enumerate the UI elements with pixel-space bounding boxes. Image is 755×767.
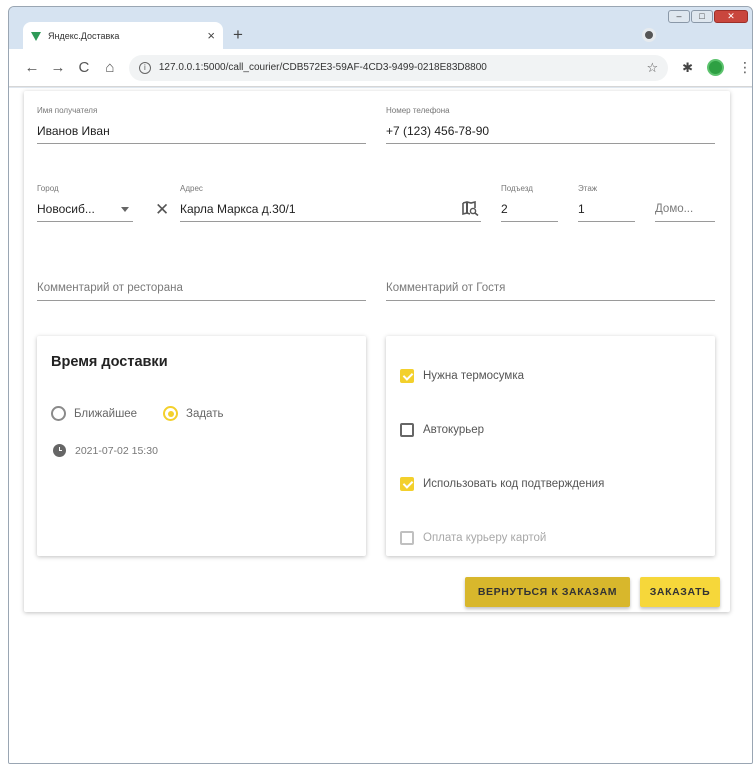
- intercom-placeholder[interactable]: Домо...: [655, 203, 693, 215]
- back-arrow-icon[interactable]: ←: [19, 59, 45, 76]
- browser-window: Яндекс.Доставка × + – □ ✕ ← → C ⌂ i 127.…: [8, 6, 753, 764]
- address-field[interactable]: Адрес Карла Маркса д.30/1: [180, 184, 481, 222]
- close-window-button[interactable]: ✕: [714, 10, 748, 23]
- delivery-time-title: Время доставки: [51, 354, 168, 370]
- back-to-orders-button[interactable]: ВЕРНУТЬСЯ К ЗАКАЗАМ: [465, 577, 630, 607]
- url-text[interactable]: 127.0.0.1:5000/call_courier/CDB572E3-59A…: [159, 62, 647, 73]
- delivery-options-panel: Нужна термосумка Автокурьер Использовать…: [386, 336, 715, 556]
- intercom-field[interactable]: Домо...: [655, 184, 715, 222]
- address-bar[interactable]: i 127.0.0.1:5000/call_courier/CDB572E3-5…: [128, 54, 669, 81]
- guest-comment-field[interactable]: Комментарий от Гостя: [386, 269, 715, 301]
- radio-nearest-circle-icon[interactable]: [51, 406, 66, 421]
- tab-title: Яндекс.Доставка: [48, 30, 120, 41]
- address-value[interactable]: Карла Маркса д.30/1: [180, 202, 296, 216]
- clear-address-icon[interactable]: ✕: [155, 201, 169, 218]
- floor-label: Этаж: [578, 184, 598, 193]
- home-icon[interactable]: ⌂: [97, 59, 123, 76]
- option-card-payment-label: Оплата курьеру картой: [423, 532, 547, 544]
- restaurant-comment-placeholder[interactable]: Комментарий от ресторана: [37, 282, 183, 294]
- browser-toolbar: ← → C ⌂ i 127.0.0.1:5000/call_courier/CD…: [9, 49, 752, 87]
- courier-order-card: Имя получателя Иванов Иван Номер телефон…: [24, 91, 730, 612]
- bookmark-star-icon[interactable]: ☆: [646, 60, 658, 76]
- tab-close-icon[interactable]: ×: [207, 28, 215, 43]
- window-controls: – □ ✕: [668, 10, 748, 23]
- browser-tab[interactable]: Яндекс.Доставка ×: [23, 22, 223, 49]
- restaurant-comment-field[interactable]: Комментарий от ресторана: [37, 269, 366, 301]
- floor-value[interactable]: 1: [578, 202, 585, 216]
- option-confirmation-code[interactable]: Использовать код подтверждения: [400, 477, 604, 491]
- delivery-time-panel: Время доставки Ближайшее Задать 2021-07-…: [37, 336, 366, 556]
- radio-set-time-circle-icon[interactable]: [163, 406, 178, 421]
- radio-nearest[interactable]: Ближайшее: [51, 406, 137, 421]
- delivery-datetime-value[interactable]: 2021-07-02 15:30: [75, 445, 158, 457]
- entrance-label: Подъезд: [501, 184, 533, 193]
- option-card-payment: Оплата курьеру картой: [400, 531, 546, 545]
- site-info-icon[interactable]: i: [138, 61, 151, 74]
- phone-value[interactable]: +7 (123) 456-78-90: [386, 124, 489, 138]
- phone-label: Номер телефона: [386, 106, 450, 115]
- forward-arrow-icon[interactable]: →: [45, 59, 71, 76]
- radio-set-time[interactable]: Задать: [163, 406, 223, 421]
- new-tab-button[interactable]: +: [227, 24, 249, 46]
- yandex-delivery-favicon-icon: [31, 31, 41, 41]
- delivery-datetime[interactable]: 2021-07-02 15:30: [53, 444, 158, 457]
- radio-set-time-label[interactable]: Задать: [186, 408, 223, 420]
- order-button[interactable]: ЗАКАЗАТЬ: [640, 577, 720, 607]
- map-search-icon[interactable]: [462, 201, 479, 216]
- entrance-value[interactable]: 2: [501, 202, 508, 216]
- city-label: Город: [37, 184, 59, 193]
- option-car-courier-label[interactable]: Автокурьер: [423, 424, 484, 436]
- recipient-name-field[interactable]: Имя получателя Иванов Иван: [37, 106, 366, 144]
- address-label: Адрес: [180, 184, 203, 193]
- city-select[interactable]: Город Новосиб...: [37, 184, 133, 222]
- recipient-name-label: Имя получателя: [37, 106, 98, 115]
- minimize-button[interactable]: –: [668, 10, 690, 23]
- entrance-field[interactable]: Подъезд 2: [501, 184, 558, 222]
- user-avatar[interactable]: [707, 59, 725, 76]
- checkbox-checked-icon[interactable]: [400, 477, 414, 491]
- maximize-button[interactable]: □: [691, 10, 713, 23]
- guest-comment-placeholder[interactable]: Комментарий от Гостя: [386, 282, 505, 294]
- profile-indicator-icon[interactable]: [642, 28, 656, 42]
- option-thermal-bag-label[interactable]: Нужна термосумка: [423, 370, 524, 382]
- page-viewport: Имя получателя Иванов Иван Номер телефон…: [9, 88, 752, 763]
- clock-icon: [53, 444, 66, 457]
- chevron-down-icon[interactable]: [121, 207, 129, 212]
- phone-field[interactable]: Номер телефона +7 (123) 456-78-90: [386, 106, 715, 144]
- city-value[interactable]: Новосиб...: [37, 202, 95, 216]
- floor-field[interactable]: Этаж 1: [578, 184, 635, 222]
- browser-menu-icon[interactable]: ⋮: [738, 59, 752, 76]
- reload-icon[interactable]: C: [71, 59, 97, 76]
- extensions-puzzle-icon[interactable]: ✱: [682, 60, 693, 76]
- recipient-name-value[interactable]: Иванов Иван: [37, 124, 110, 138]
- option-thermal-bag[interactable]: Нужна термосумка: [400, 369, 524, 383]
- checkbox-checked-icon[interactable]: [400, 369, 414, 383]
- title-bar: Яндекс.Доставка × + – □ ✕: [9, 7, 752, 49]
- checkbox-disabled-icon: [400, 531, 414, 545]
- option-confirmation-code-label[interactable]: Использовать код подтверждения: [423, 478, 604, 490]
- checkbox-unchecked-icon[interactable]: [400, 423, 414, 437]
- option-car-courier[interactable]: Автокурьер: [400, 423, 484, 437]
- radio-nearest-label[interactable]: Ближайшее: [74, 408, 137, 420]
